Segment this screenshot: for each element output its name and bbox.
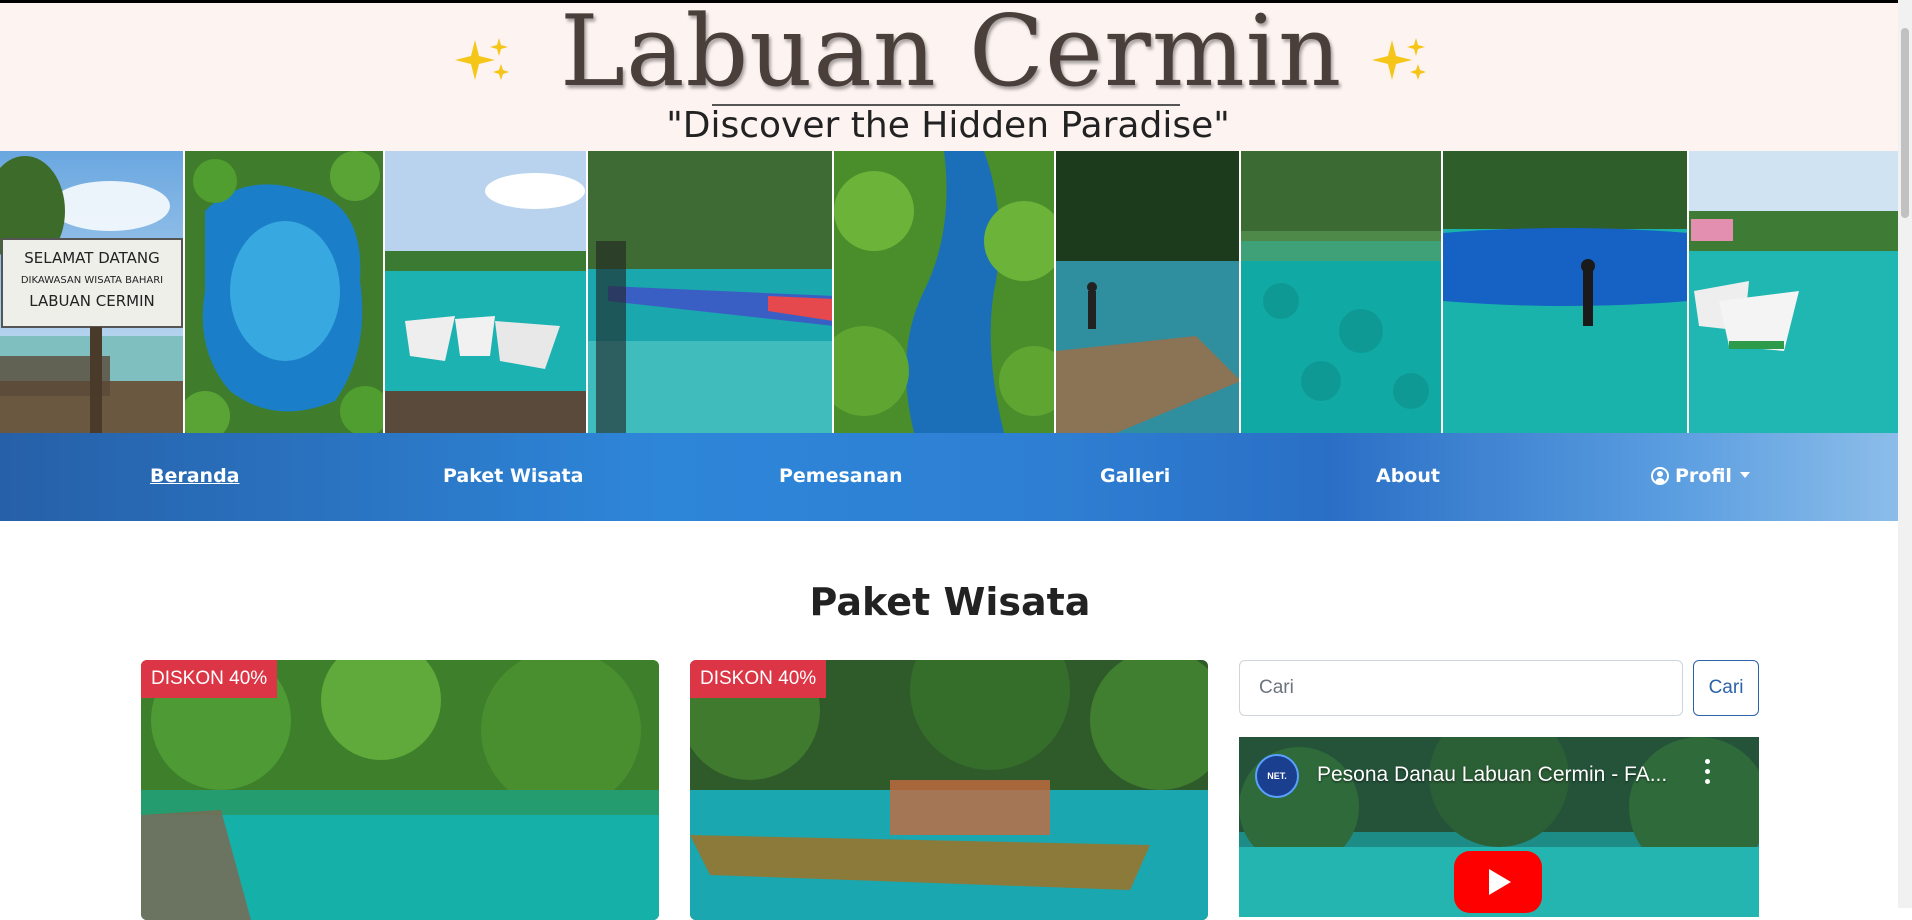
profil-label: Profil <box>1675 465 1732 487</box>
sign-line: DIKAWASAN WISATA BAHARI <box>21 275 163 286</box>
site-tagline: "Discover the Hidden Paradise" <box>666 105 1230 146</box>
video-title[interactable]: Pesona Danau Labuan Cermin - FA... <box>1317 763 1667 787</box>
photo-strip: SELAMAT DATANG DIKAWASAN WISATA BAHARI L… <box>0 151 1898 433</box>
site-title: Labuan Cermin <box>560 0 1343 109</box>
sign-line: LABUAN CERMIN <box>29 292 154 310</box>
sparkle-icon <box>455 36 513 86</box>
photo-boats-jetty <box>385 151 588 433</box>
package-card[interactable]: DISKON 40% <box>690 660 1208 920</box>
package-image-boat-group <box>690 660 1208 920</box>
search-button[interactable]: Cari <box>1693 660 1759 716</box>
photo-clear-water <box>1241 151 1443 433</box>
more-options-icon[interactable] <box>1705 759 1713 789</box>
play-icon[interactable] <box>1454 851 1542 913</box>
search-input[interactable] <box>1239 660 1683 716</box>
photo-person-pier <box>1056 151 1241 433</box>
photo-moored-boats <box>1689 151 1898 433</box>
sparkle-icon <box>1372 36 1430 86</box>
nav-paket-wisata[interactable]: Paket Wisata <box>443 465 583 487</box>
photo-diver <box>1443 151 1689 433</box>
page-scrollbar[interactable] <box>1898 0 1912 908</box>
photo-river-aerial <box>834 151 1056 433</box>
nav-about[interactable]: About <box>1376 465 1440 487</box>
photo-floating-dock <box>588 151 834 433</box>
package-image-lagoon <box>141 660 659 920</box>
nav-profil-dropdown[interactable]: Profil <box>1651 465 1750 487</box>
youtube-embed[interactable]: NET. Pesona Danau Labuan Cermin - FA... <box>1239 737 1759 917</box>
channel-logo: NET. <box>1255 754 1299 798</box>
scrollbar-thumb[interactable] <box>1901 28 1909 218</box>
user-circle-icon <box>1651 467 1669 485</box>
photo-aerial-lagoon <box>185 151 385 433</box>
sign-line: SELAMAT DATANG <box>24 249 159 267</box>
main-navbar: Beranda Paket Wisata Pemesanan Galleri A… <box>0 433 1898 521</box>
package-card[interactable]: DISKON 40% <box>141 660 659 920</box>
discount-badge: DISKON 40% <box>141 660 278 698</box>
nav-beranda[interactable]: Beranda <box>150 465 240 487</box>
photo-welcome-sign: SELAMAT DATANG DIKAWASAN WISATA BAHARI L… <box>0 151 185 433</box>
nav-pemesanan[interactable]: Pemesanan <box>779 465 903 487</box>
site-header: Labuan Cermin "Discover the Hidden Parad… <box>0 0 1898 151</box>
caret-down-icon <box>1739 472 1750 478</box>
discount-badge: DISKON 40% <box>690 660 827 698</box>
nav-galleri[interactable]: Galleri <box>1100 465 1170 487</box>
section-title: Paket Wisata <box>809 580 1091 624</box>
